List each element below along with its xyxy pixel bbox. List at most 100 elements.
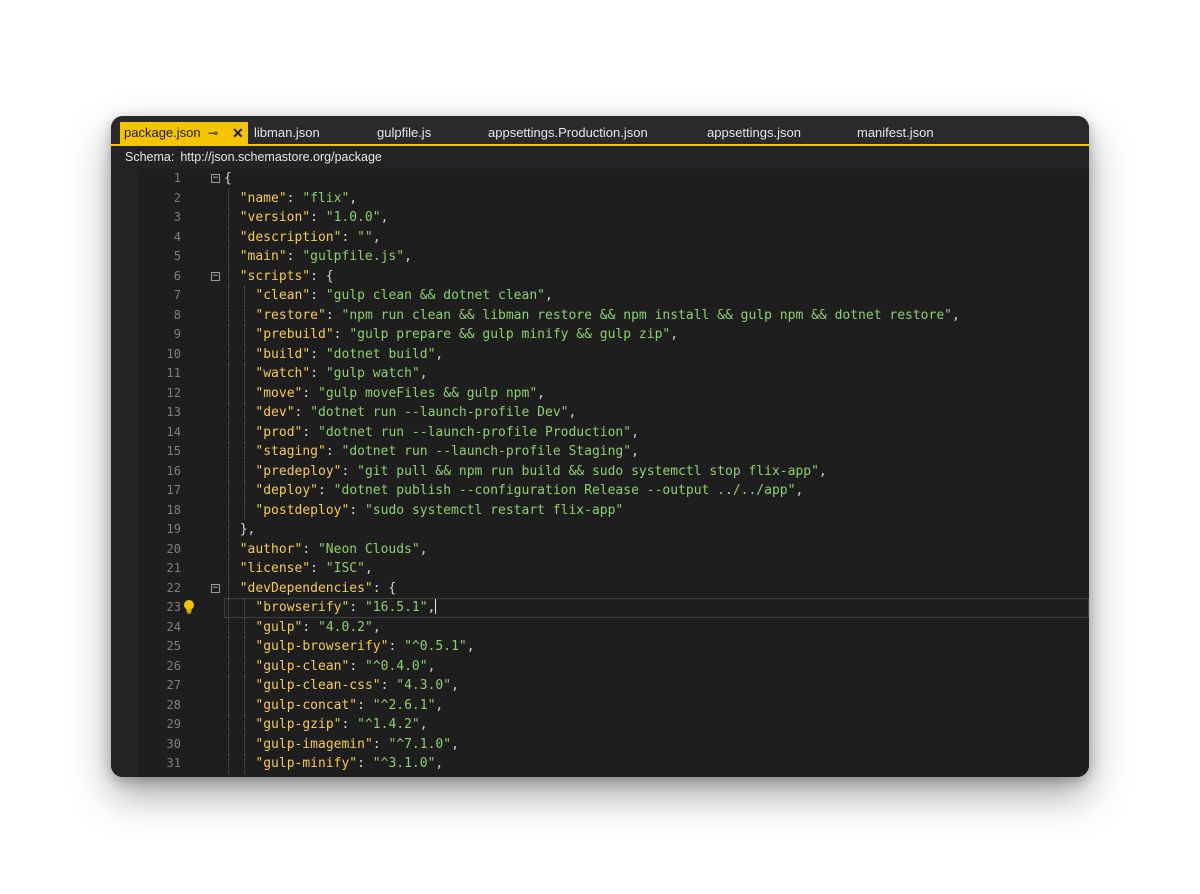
code-line[interactable]: 31 "gulp-minify": "^3.1.0", bbox=[111, 754, 1089, 774]
text-cursor bbox=[435, 599, 437, 614]
code-line[interactable]: 6 − "scripts": { bbox=[111, 266, 1089, 286]
schema-url[interactable]: http://json.schemastore.org/package bbox=[180, 150, 382, 164]
code-line[interactable]: 12 "move": "gulp moveFiles && gulp npm", bbox=[111, 383, 1089, 403]
code-line[interactable]: 23 "browserify": "16.5.1", bbox=[111, 598, 1089, 618]
code-line[interactable]: 7 "clean": "gulp clean && dotnet clean", bbox=[111, 286, 1089, 306]
indent-guide bbox=[228, 559, 229, 579]
code-line[interactable]: 25 "gulp-browserify": "^0.5.1", bbox=[111, 637, 1089, 657]
indent-guide bbox=[243, 481, 245, 501]
code-line[interactable]: 9 "prebuild": "gulp prepare && gulp minif… bbox=[111, 325, 1089, 345]
code-text: "dev": "dotnet run --launch-profile Dev"… bbox=[255, 405, 577, 420]
code-line[interactable]: 16 "predeploy": "git pull && npm run buil… bbox=[111, 461, 1089, 481]
code-text: "gulp-minify": "^3.1.0", bbox=[255, 756, 444, 771]
indent-guide bbox=[243, 734, 245, 754]
tab-manifest-json[interactable]: manifest.json bbox=[857, 122, 934, 144]
line-number: 27 bbox=[166, 678, 181, 692]
indent-guide bbox=[228, 520, 229, 540]
code-text: "gulp-browserify": "^0.5.1", bbox=[255, 639, 475, 654]
code-line[interactable]: 15 "staging": "dotnet run --launch-profil… bbox=[111, 442, 1089, 462]
indent-guide bbox=[243, 403, 245, 423]
indent-guide bbox=[228, 481, 229, 501]
indent-guide bbox=[228, 637, 229, 657]
code-text: "gulp-imagemin": "^7.1.0", bbox=[255, 736, 459, 752]
indent-guide bbox=[228, 188, 229, 208]
code-editor[interactable]: 1−{2 "name": "flix", 3 "version": "1.0.0", 4… bbox=[111, 169, 1089, 777]
fold-toggle-icon[interactable]: − bbox=[211, 174, 220, 183]
line-number: 19 bbox=[166, 522, 181, 536]
indent-guide bbox=[228, 364, 229, 384]
code-line[interactable]: 17 "deploy": "dotnet publish --configurat… bbox=[111, 481, 1089, 501]
code-text: "deploy": "dotnet publish --configuratio… bbox=[255, 483, 804, 498]
code-line[interactable]: 28 "gulp-concat": "^2.6.1", bbox=[111, 695, 1089, 715]
pin-icon[interactable]: ⊸ bbox=[208, 122, 218, 144]
tab-label: appsettings.json bbox=[707, 125, 801, 140]
tab-package-json[interactable]: package.json ⊸ ✕ bbox=[120, 122, 248, 144]
tab-bar: package.json ⊸ ✕ libman.json gulpfile.js… bbox=[111, 116, 1089, 146]
code-line[interactable]: 1 −{ bbox=[111, 169, 1089, 189]
indent-guide bbox=[243, 383, 245, 403]
indent-guide bbox=[228, 695, 229, 715]
code-line[interactable]: 24 "gulp": "4.0.2", bbox=[111, 617, 1089, 637]
indent-guide bbox=[228, 344, 229, 364]
fold-toggle-icon[interactable]: − bbox=[211, 583, 220, 593]
tab-libman-json[interactable]: libman.json bbox=[254, 122, 320, 144]
code-line[interactable]: 14 "prod": "dotnet run --launch-profile P… bbox=[111, 422, 1089, 442]
tab-appsettings-json[interactable]: appsettings.json bbox=[707, 122, 801, 144]
code-line[interactable]: 26 "gulp-clean": "^0.4.0", bbox=[111, 656, 1089, 676]
line-number: 11 bbox=[166, 366, 181, 380]
code-text: "restore": "npm run clean && libman rest… bbox=[255, 307, 960, 323]
code-line[interactable]: 2 "name": "flix", bbox=[111, 188, 1089, 208]
code-line[interactable]: 30 "gulp-imagemin": "^7.1.0", bbox=[111, 734, 1089, 754]
indent-guide bbox=[228, 500, 229, 520]
editor-window: package.json ⊸ ✕ libman.json gulpfile.js… bbox=[111, 116, 1089, 777]
code-text: }, bbox=[239, 522, 256, 537]
code-line[interactable]: 3 "version": "1.0.0", bbox=[111, 208, 1089, 228]
code-text: "move": "gulp moveFiles && gulp npm", bbox=[255, 385, 545, 401]
indent-guide bbox=[228, 754, 229, 774]
indent-guide bbox=[243, 598, 245, 618]
indent-guide bbox=[243, 676, 245, 696]
indent-guide bbox=[228, 461, 229, 481]
line-number: 22 bbox=[166, 580, 181, 595]
code-text: "predeploy": "git pull && npm run build … bbox=[255, 463, 827, 479]
code-line[interactable]: 19}, bbox=[111, 520, 1089, 540]
line-number: 31 bbox=[166, 756, 181, 770]
code-text: "prebuild": "gulp prepare && gulp minify… bbox=[255, 327, 679, 342]
indent-guide bbox=[243, 286, 245, 306]
code-line[interactable]: 22 − "devDependencies": { bbox=[111, 578, 1089, 598]
code-line[interactable]: 8 "restore": "npm run clean && libman res… bbox=[111, 305, 1089, 325]
code-text: "prod": "dotnet run --launch-profile Pro… bbox=[255, 424, 639, 440]
code-line[interactable]: 27 "gulp-clean-css": "4.3.0", bbox=[111, 676, 1089, 696]
code-line[interactable]: 5 "main": "gulpfile.js", bbox=[111, 247, 1089, 267]
indent-guide bbox=[243, 656, 245, 676]
indent-guide bbox=[243, 422, 245, 442]
indent-guide bbox=[228, 325, 229, 345]
tab-label: package.json bbox=[124, 125, 201, 140]
line-number: 21 bbox=[166, 561, 181, 575]
code-line[interactable]: 13 "dev": "dotnet run --launch-profile De… bbox=[111, 403, 1089, 423]
line-number: 30 bbox=[166, 736, 181, 751]
indent-guide bbox=[228, 676, 229, 696]
line-number: 3 bbox=[173, 210, 181, 224]
tab-label: libman.json bbox=[254, 125, 320, 140]
fold-toggle-icon[interactable]: − bbox=[211, 271, 220, 281]
code-line[interactable]: 10 "build": "dotnet build", bbox=[111, 344, 1089, 364]
code-line[interactable]: 21 "license": "ISC", bbox=[111, 559, 1089, 579]
tab-appsettings-production-json[interactable]: appsettings.Production.json bbox=[488, 122, 648, 144]
tab-label: gulpfile.js bbox=[377, 125, 432, 140]
indent-guide bbox=[243, 637, 245, 657]
line-number: 26 bbox=[166, 658, 181, 673]
code-line[interactable]: 29 "gulp-gzip": "^1.4.2", bbox=[111, 715, 1089, 735]
code-line[interactable]: 11 "watch": "gulp watch", bbox=[111, 364, 1089, 384]
line-number: 16 bbox=[166, 463, 181, 478]
code-line[interactable]: 20 "author": "Neon Clouds", bbox=[111, 539, 1089, 559]
line-number: 1 bbox=[173, 171, 181, 185]
tab-gulpfile-js[interactable]: gulpfile.js bbox=[377, 122, 431, 144]
lightbulb-icon[interactable] bbox=[183, 599, 195, 615]
indent-guide bbox=[228, 715, 229, 735]
close-icon[interactable]: ✕ bbox=[232, 122, 244, 144]
line-number: 5 bbox=[173, 249, 181, 263]
code-line[interactable]: 4 "description": "", bbox=[111, 227, 1089, 247]
code-line[interactable]: 18 "postdeploy": "sudo systemctl restart … bbox=[111, 500, 1089, 520]
code-text: "gulp-clean-css": "4.3.0", bbox=[255, 678, 459, 693]
